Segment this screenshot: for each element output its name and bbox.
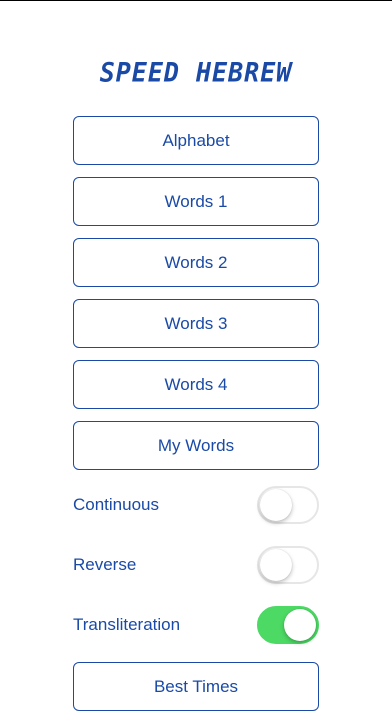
alphabet-button[interactable]: Alphabet — [73, 116, 319, 165]
settings-toggles: Continuous Reverse Transliteration — [73, 485, 319, 665]
menu-list: Alphabet Words 1 Words 2 Words 3 Words 4… — [73, 116, 319, 482]
transliteration-row: Transliteration — [73, 605, 319, 645]
header: SPEED HEBREW — [0, 52, 392, 92]
words-4-button[interactable]: Words 4 — [73, 360, 319, 409]
best-times-button[interactable]: Best Times — [73, 662, 319, 711]
transliteration-toggle[interactable] — [257, 606, 319, 644]
transliteration-label: Transliteration — [73, 615, 181, 634]
top-divider — [0, 0, 392, 1]
toggle-knob — [284, 609, 316, 641]
continuous-label: Continuous — [73, 495, 160, 514]
my-words-button[interactable]: My Words — [73, 421, 319, 470]
continuous-row: Continuous — [73, 485, 319, 525]
app-title: SPEED HEBREW — [99, 56, 293, 88]
reverse-row: Reverse — [73, 545, 319, 585]
reverse-toggle[interactable] — [257, 546, 319, 584]
words-3-button[interactable]: Words 3 — [73, 299, 319, 348]
words-2-button[interactable]: Words 2 — [73, 238, 319, 287]
toggle-knob — [260, 549, 292, 581]
reverse-label: Reverse — [73, 555, 137, 574]
words-1-button[interactable]: Words 1 — [73, 177, 319, 226]
continuous-toggle[interactable] — [257, 486, 319, 524]
toggle-knob — [260, 489, 292, 521]
